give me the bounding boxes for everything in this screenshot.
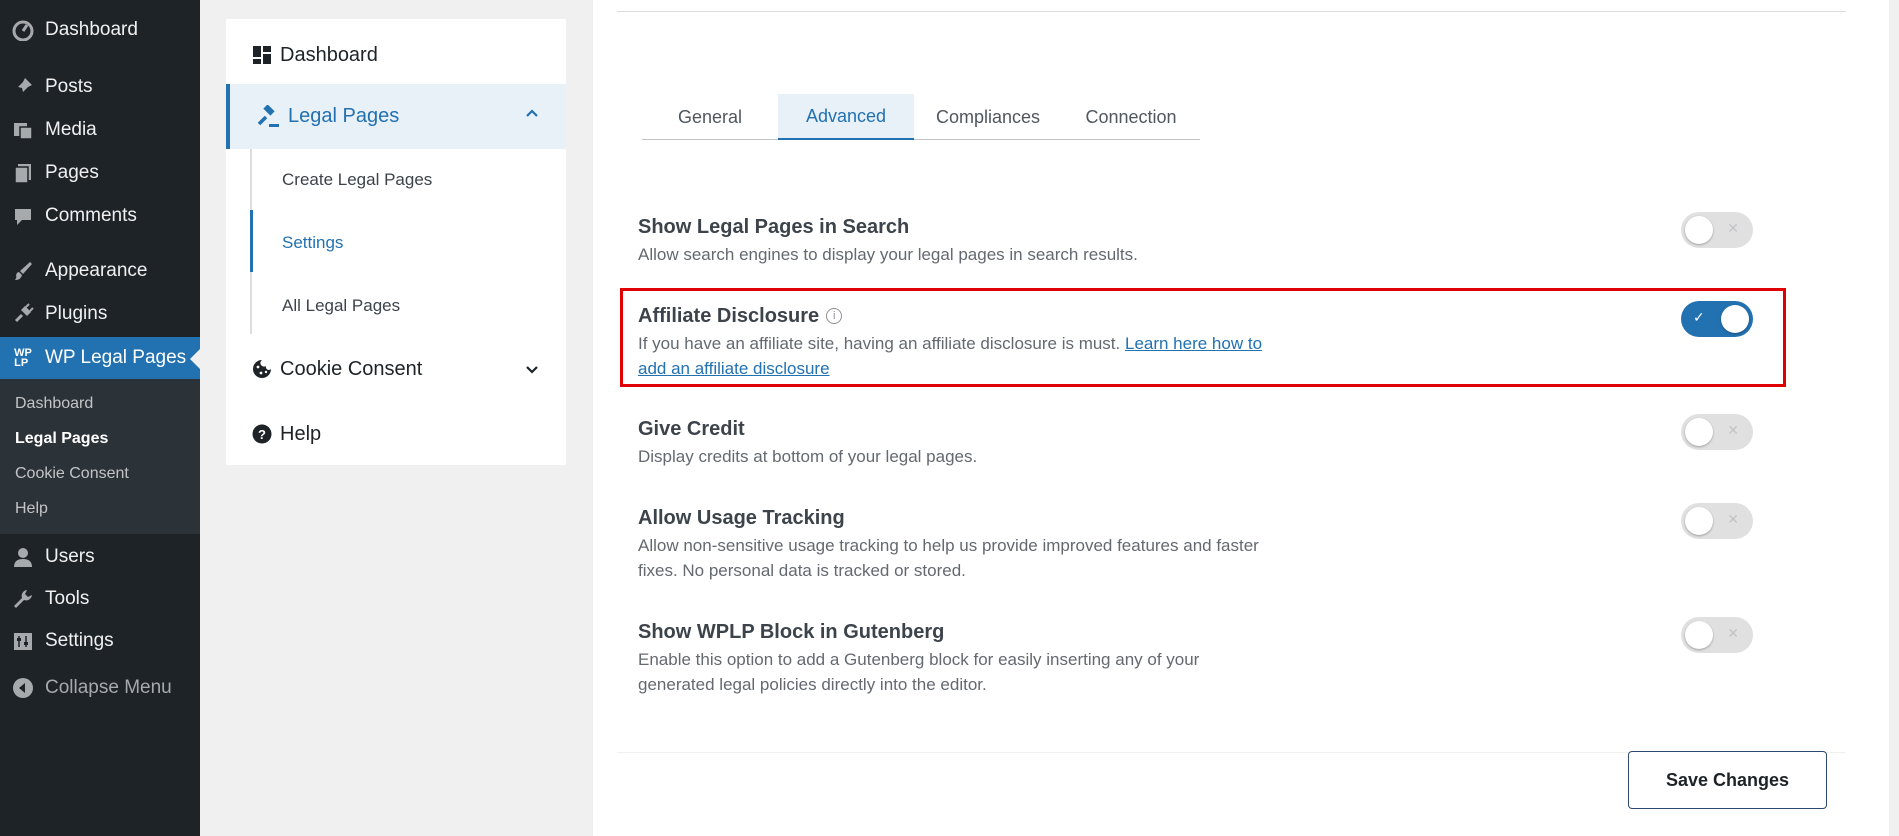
gavel-icon (256, 104, 280, 129)
collapse-menu-button[interactable]: Collapse Menu (0, 668, 200, 708)
toggle-usage-tracking[interactable]: ✕ (1681, 503, 1753, 539)
plugin-nav-cookie-consent[interactable]: Cookie Consent (226, 346, 566, 392)
setting-title: Show Legal Pages in Search (638, 216, 910, 238)
setting-description-line: generated legal policies directly into t… (638, 675, 987, 694)
setting-description: Allow non-sensitive usage tracking to he… (638, 533, 1398, 583)
setting-title: Allow Usage Tracking (638, 507, 845, 529)
plugin-nav-help[interactable]: ? Help (226, 412, 566, 456)
plugin-nav-dashboard[interactable]: Dashboard (226, 33, 566, 77)
setting-description: Enable this option to add a Gutenberg bl… (638, 647, 1398, 697)
tab-compliances[interactable]: Compliances (914, 94, 1062, 140)
setting-usage-tracking: Allow Usage Tracking Allow non-sensitive… (638, 505, 1398, 583)
menu-label: Appearance (45, 260, 148, 281)
settings-icon (11, 629, 35, 653)
menu-item-pages[interactable]: Pages (0, 153, 200, 193)
setting-title: Give Credit (638, 418, 745, 440)
user-icon (11, 545, 35, 569)
setting-wplp-block: Show WPLP Block in Gutenberg Enable this… (638, 619, 1398, 697)
tab-general[interactable]: General (642, 94, 778, 140)
dashboard-icon (11, 18, 35, 42)
toggle-knob (1685, 216, 1713, 244)
toggle-wplp-block[interactable]: ✕ (1681, 617, 1753, 653)
settings-tabs: General Advanced Compliances Connection (642, 94, 1200, 140)
setting-give-credit: Give Credit Display credits at bottom of… (638, 416, 1398, 469)
setting-description: Display credits at bottom of your legal … (638, 447, 978, 466)
close-icon: ✕ (1727, 625, 1739, 641)
highlight-box (620, 288, 1786, 387)
save-changes-button[interactable]: Save Changes (1628, 751, 1827, 809)
wplp-submenu: Dashboard Legal Pages Cookie Consent Hel… (0, 379, 200, 534)
menu-label: WP Legal Pages (45, 347, 187, 368)
tab-advanced[interactable]: Advanced (778, 94, 914, 140)
menu-item-wp-legal-pages[interactable]: WP LP WP Legal Pages (0, 337, 200, 379)
close-icon: ✕ (1727, 220, 1739, 236)
pin-icon (11, 75, 35, 99)
brush-icon (11, 259, 35, 283)
wplp-logo-icon: WP LP (14, 347, 32, 369)
submenu-item-legal-pages[interactable]: Legal Pages (15, 430, 108, 448)
menu-item-dashboard[interactable]: Dashboard (0, 10, 200, 50)
dashboard-grid-icon (252, 45, 272, 65)
toggle-show-in-search[interactable]: ✕ (1681, 212, 1753, 248)
menu-label: Dashboard (45, 19, 138, 40)
menu-label: Comments (45, 205, 137, 226)
submenu-item-cookie-consent[interactable]: Cookie Consent (15, 465, 129, 483)
menu-item-settings[interactable]: Settings (0, 621, 200, 661)
menu-item-media[interactable]: Media (0, 110, 200, 150)
menu-item-tools[interactable]: Tools (0, 579, 200, 619)
menu-label: Collapse Menu (45, 677, 172, 698)
plugin-nav-all-legal-pages[interactable]: All Legal Pages (282, 296, 400, 316)
chevron-up-icon[interactable] (524, 104, 540, 127)
menu-item-users[interactable]: Users (0, 537, 200, 577)
menu-label: Tools (45, 588, 90, 609)
plugin-nav-label: Legal Pages (288, 105, 400, 127)
divider (617, 11, 1846, 12)
menu-item-appearance[interactable]: Appearance (0, 251, 200, 291)
tab-connection[interactable]: Connection (1062, 94, 1200, 140)
comment-icon (11, 204, 35, 228)
chevron-down-icon[interactable] (524, 361, 540, 384)
setting-description-line: Allow non-sensitive usage tracking to he… (638, 536, 1259, 555)
menu-label: Settings (45, 630, 114, 651)
submenu-item-help[interactable]: Help (15, 500, 48, 518)
close-icon: ✕ (1727, 511, 1739, 527)
setting-show-in-search: Show Legal Pages in Search Allow search … (638, 214, 1398, 267)
menu-label: Users (45, 546, 95, 567)
menu-label: Plugins (45, 303, 108, 324)
plugin-nav-create-legal-pages[interactable]: Create Legal Pages (282, 170, 432, 190)
submenu-active-indicator (250, 210, 253, 272)
setting-description: Allow search engines to display your leg… (638, 245, 1138, 264)
pages-icon (11, 161, 35, 185)
menu-label: Posts (45, 76, 93, 97)
setting-title: Show WPLP Block in Gutenberg (638, 621, 945, 643)
plug-icon (11, 302, 35, 326)
media-icon (11, 118, 35, 142)
plugin-nav-legal-pages[interactable]: Legal Pages (226, 84, 566, 149)
submenu-item-dashboard[interactable]: Dashboard (15, 395, 93, 413)
wrench-icon (11, 587, 35, 611)
menu-label: Media (45, 119, 97, 140)
collapse-icon (11, 676, 35, 700)
plugin-nav-label: Help (280, 422, 322, 445)
help-icon: ? (252, 424, 272, 444)
plugin-nav-settings[interactable]: Settings (282, 233, 343, 253)
svg-text:?: ? (258, 427, 266, 442)
menu-item-posts[interactable]: Posts (0, 67, 200, 107)
close-icon: ✕ (1727, 422, 1739, 438)
menu-item-comments[interactable]: Comments (0, 196, 200, 236)
menu-item-plugins[interactable]: Plugins (0, 294, 200, 334)
setting-description-line: fixes. No personal data is tracked or st… (638, 561, 966, 580)
cookie-icon (252, 359, 272, 379)
menu-label: Pages (45, 162, 99, 183)
plugin-nav-label: Dashboard (280, 43, 378, 66)
toggle-knob (1685, 621, 1713, 649)
toggle-knob (1685, 418, 1713, 446)
plugin-nav: Dashboard Legal Pages Create Legal Pages… (226, 19, 566, 465)
admin-sidebar: Dashboard Posts Media Pages Comments App… (0, 0, 200, 836)
toggle-give-credit[interactable]: ✕ (1681, 414, 1753, 450)
setting-description-line: Enable this option to add a Gutenberg bl… (638, 650, 1200, 669)
plugin-nav-label: Cookie Consent (280, 357, 423, 380)
toggle-knob (1685, 507, 1713, 535)
